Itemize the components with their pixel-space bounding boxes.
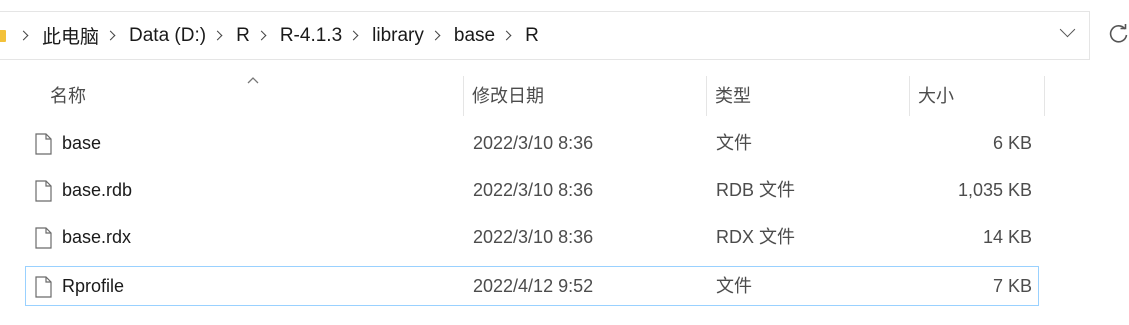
breadcrumb-item-this-pc[interactable]: 此电脑 (40, 20, 101, 51)
chevron-right-icon[interactable] (432, 29, 441, 43)
refresh-icon[interactable] (1108, 24, 1129, 45)
file-name: base (62, 133, 102, 153)
file-icon (35, 227, 52, 249)
breadcrumb: 此电脑 Data (D:) R R-4.1.3 library base R (14, 20, 541, 51)
column-header-size[interactable]: 大小 (909, 76, 1045, 116)
chevron-right-icon[interactable] (214, 29, 223, 43)
column-header-row: 名称 修改日期 类型 大小 (0, 76, 1129, 116)
file-name: base.rdx (62, 227, 132, 247)
file-row[interactable]: base.rdx 2022/3/10 8:36 RDX 文件 14 KB (25, 217, 1039, 257)
file-size: 6 KB (992, 133, 1032, 153)
file-name: base.rdb (62, 180, 133, 200)
chevron-right-icon[interactable] (20, 29, 29, 43)
breadcrumb-item-library[interactable]: library (370, 23, 426, 49)
file-date: 2022/3/10 8:36 (473, 180, 594, 200)
file-name: Rprofile (62, 276, 125, 296)
file-type: RDX 文件 (716, 227, 796, 247)
file-row[interactable]: base 2022/3/10 8:36 文件 6 KB (25, 123, 1039, 163)
chevron-right-icon[interactable] (258, 29, 267, 43)
breadcrumb-item-r[interactable]: R (234, 23, 252, 49)
folder-icon (0, 30, 6, 42)
file-size: 1,035 KB (957, 180, 1032, 200)
file-size: 7 KB (992, 276, 1032, 296)
file-date: 2022/3/10 8:36 (473, 133, 594, 153)
file-icon (35, 180, 52, 202)
chevron-right-icon[interactable] (107, 29, 116, 43)
file-type: RDB 文件 (716, 180, 796, 200)
file-type: 文件 (716, 276, 752, 296)
file-icon (35, 276, 52, 298)
file-size: 14 KB (982, 227, 1032, 247)
chevron-right-icon[interactable] (350, 29, 359, 43)
file-row-selected[interactable]: Rprofile 2022/4/12 9:52 文件 7 KB (25, 266, 1039, 306)
column-header-type[interactable]: 类型 (706, 76, 909, 116)
breadcrumb-item-r-version[interactable]: R-4.1.3 (278, 23, 344, 49)
breadcrumb-item-r-current[interactable]: R (523, 23, 541, 49)
chevron-down-icon[interactable] (1061, 28, 1074, 41)
chevron-right-icon[interactable] (503, 29, 512, 43)
column-header-name[interactable]: 名称 (42, 76, 463, 116)
breadcrumb-item-base[interactable]: base (452, 23, 497, 49)
file-date: 2022/3/10 8:36 (473, 227, 594, 247)
breadcrumb-item-data-drive[interactable]: Data (D:) (127, 23, 208, 49)
column-header-date[interactable]: 修改日期 (463, 76, 706, 116)
address-bar[interactable]: 此电脑 Data (D:) R R-4.1.3 library base R (0, 11, 1090, 60)
file-date: 2022/4/12 9:52 (473, 276, 594, 296)
file-icon (35, 133, 52, 155)
file-type: 文件 (716, 133, 752, 153)
file-row[interactable]: base.rdb 2022/3/10 8:36 RDB 文件 1,035 KB (25, 170, 1039, 210)
